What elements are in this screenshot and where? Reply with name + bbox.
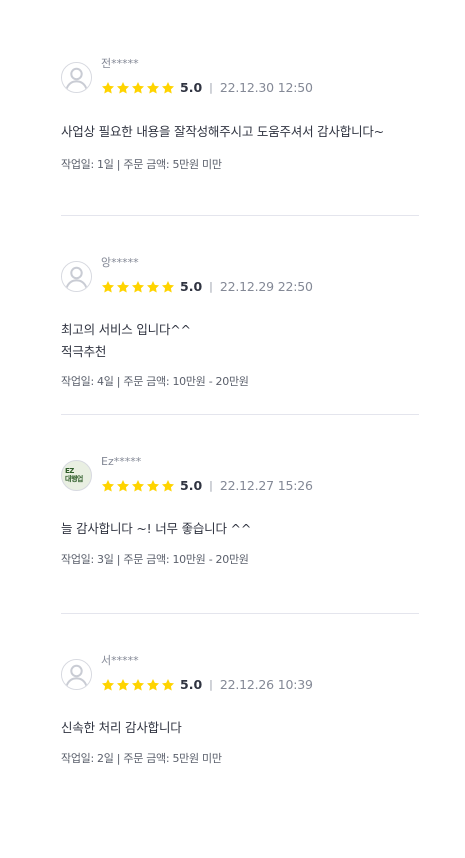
rating-line: 5.0 | 22.12.30 12:50 <box>101 80 313 96</box>
star-icon <box>116 678 130 692</box>
rating-line: 5.0 | 22.12.26 10:39 <box>101 677 313 693</box>
star-icon <box>131 479 145 493</box>
rating-score: 5.0 <box>180 478 203 493</box>
star-icon <box>101 81 115 95</box>
star-icon <box>101 479 115 493</box>
default-avatar-icon <box>61 62 92 93</box>
review-date: 22.12.30 12:50 <box>219 80 313 95</box>
review-item: 서***** 5.0 | 22.12.26 10:39 신속한 처리 감사합니다작업일:… <box>61 614 419 813</box>
star-rating <box>101 678 175 692</box>
meta-separator: | <box>209 479 213 492</box>
star-icon <box>161 678 175 692</box>
avatar-photo-label: EZ 대행업 <box>65 467 83 483</box>
review-header: EZ 대행업 Ez***** 5.0 | 22.12.27 15:26 <box>61 455 419 495</box>
star-icon <box>116 81 130 95</box>
review-item: EZ 대행업 Ez***** 5.0 | 22.12.27 15:26 늘 감사합니다 ~… <box>61 415 419 614</box>
star-rating <box>101 280 175 294</box>
order-info: 작업일: 4일 | 주문 금액: 10만원 - 20만원 <box>61 375 249 388</box>
star-icon <box>146 479 160 493</box>
rating-line: 5.0 | 22.12.29 22:50 <box>101 279 313 295</box>
review-item: 앙***** 5.0 | 22.12.29 22:50 최고의 서비스 입니다^^ 적극… <box>61 216 419 415</box>
rating-score: 5.0 <box>180 677 203 692</box>
review-header: 서***** 5.0 | 22.12.26 10:39 <box>61 654 419 694</box>
star-icon <box>161 81 175 95</box>
review-text: 늘 감사합니다 ~! 너무 좋습니다 ^^ <box>61 521 252 536</box>
username: 전***** <box>101 57 139 70</box>
review-list: 전***** 5.0 | 22.12.30 12:50 사업상 필요한 내용을 잘작성해… <box>61 0 419 813</box>
review-date: 22.12.29 22:50 <box>219 279 313 294</box>
review-date: 22.12.27 15:26 <box>219 478 313 493</box>
review-date: 22.12.26 10:39 <box>219 677 313 692</box>
username: Ez***** <box>101 455 142 468</box>
review-text: 최고의 서비스 입니다^^ 적극추천 <box>61 322 191 359</box>
rating-line: 5.0 | 22.12.27 15:26 <box>101 478 313 494</box>
meta-separator: | <box>209 81 213 94</box>
review-item: 전***** 5.0 | 22.12.30 12:50 사업상 필요한 내용을 잘작성해… <box>61 0 419 216</box>
star-icon <box>146 280 160 294</box>
star-icon <box>146 81 160 95</box>
star-icon <box>131 280 145 294</box>
star-icon <box>116 280 130 294</box>
star-icon <box>131 81 145 95</box>
rating-score: 5.0 <box>180 279 203 294</box>
star-icon <box>116 479 130 493</box>
review-text: 사업상 필요한 내용을 잘작성해주시고 도움주셔서 감사합니다~ <box>61 124 384 139</box>
order-info: 작업일: 3일 | 주문 금액: 10만원 - 20만원 <box>61 553 249 566</box>
username: 서***** <box>101 654 139 667</box>
star-rating <box>101 81 175 95</box>
order-info: 작업일: 1일 | 주문 금액: 5만원 미만 <box>61 158 222 171</box>
star-rating <box>101 479 175 493</box>
rating-score: 5.0 <box>180 80 203 95</box>
star-icon <box>161 280 175 294</box>
default-avatar-icon <box>61 261 92 292</box>
review-header: 전***** 5.0 | 22.12.30 12:50 <box>61 57 419 97</box>
meta-separator: | <box>209 280 213 293</box>
meta-separator: | <box>209 678 213 691</box>
star-icon <box>101 678 115 692</box>
star-icon <box>161 479 175 493</box>
username: 앙***** <box>101 256 139 269</box>
review-header: 앙***** 5.0 | 22.12.29 22:50 <box>61 256 419 296</box>
review-text: 신속한 처리 감사합니다 <box>61 720 182 735</box>
star-icon <box>131 678 145 692</box>
star-icon <box>146 678 160 692</box>
default-avatar-icon <box>61 659 92 690</box>
star-icon <box>101 280 115 294</box>
order-info: 작업일: 2일 | 주문 금액: 5만원 미만 <box>61 752 222 765</box>
user-photo-avatar: EZ 대행업 <box>61 460 92 491</box>
